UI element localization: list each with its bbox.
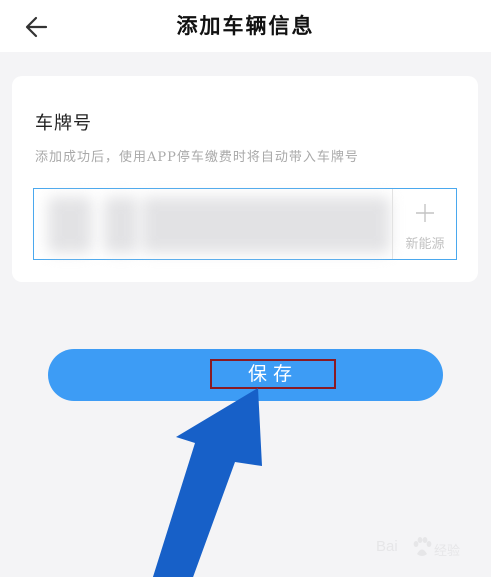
baidu-paw-icon xyxy=(413,537,432,556)
baidu-watermark: Bai 经验 xyxy=(376,536,470,562)
pointer-arrow-icon xyxy=(152,388,262,577)
watermark-jingyan-text: 经验 xyxy=(434,544,461,559)
watermark-brand-text: Bai xyxy=(376,538,398,555)
